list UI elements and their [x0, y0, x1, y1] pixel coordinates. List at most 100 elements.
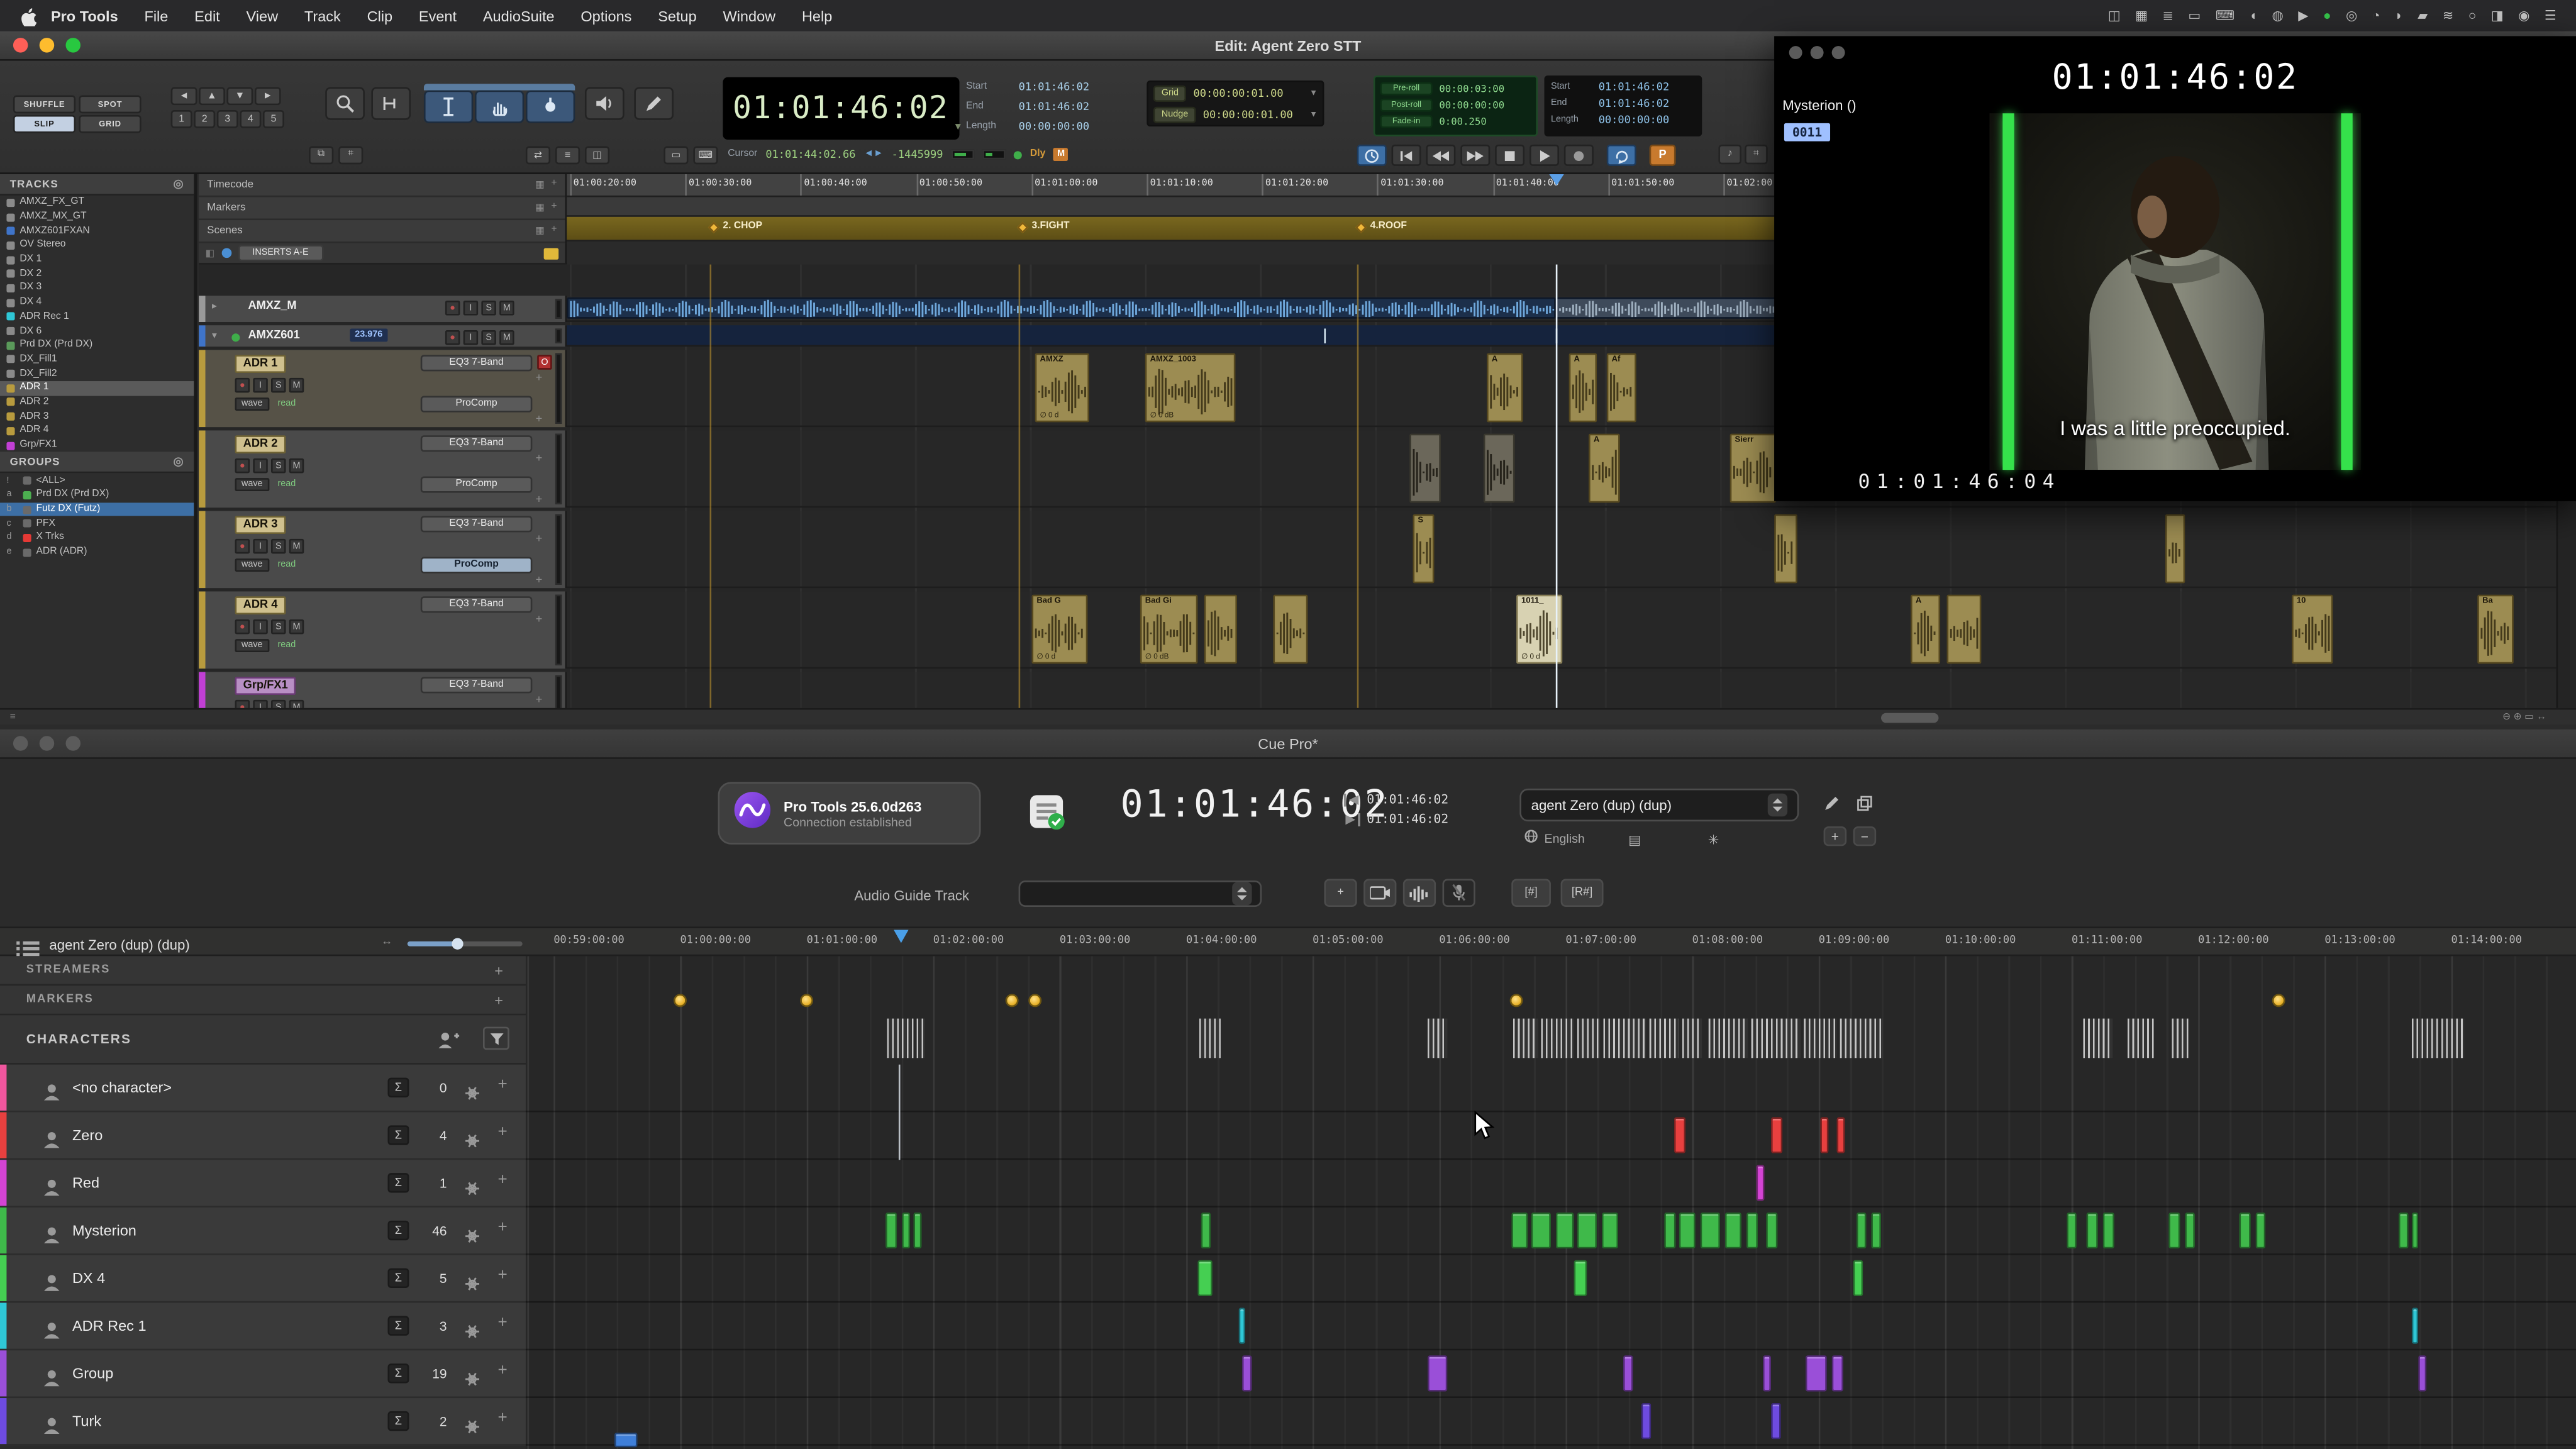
- gear-icon[interactable]: [465, 1270, 480, 1299]
- insert-add-icon[interactable]: +: [536, 534, 543, 545]
- cue-clip[interactable]: [2239, 1213, 2250, 1248]
- cue-clip[interactable]: [1832, 1355, 1843, 1391]
- zoom-preset-2[interactable]: 2: [194, 110, 215, 128]
- zoom-preset-3[interactable]: 3: [217, 110, 238, 128]
- cue-clip[interactable]: [886, 1213, 897, 1248]
- grid-value[interactable]: 00:00:00:01.00: [1194, 86, 1284, 99]
- audio-clip[interactable]: 10: [2292, 595, 2333, 664]
- add-cue-icon[interactable]: +: [498, 1076, 508, 1094]
- cue-clip[interactable]: [1556, 1213, 1574, 1248]
- guide-track-waveform[interactable]: [1513, 1019, 1538, 1058]
- track-input-button[interactable]: I: [253, 619, 268, 635]
- cue-clip[interactable]: [2168, 1213, 2180, 1248]
- main-counter-value[interactable]: 01:01:46:02: [733, 91, 948, 126]
- post-roll-value[interactable]: 00:00:00:00: [1439, 99, 1504, 111]
- guide-track-waveform[interactable]: [1199, 1019, 1221, 1058]
- cue-clip[interactable]: [1511, 1213, 1528, 1248]
- fade-in-value[interactable]: 0:00.250: [1439, 116, 1487, 127]
- track-record-button[interactable]: ●: [445, 301, 460, 316]
- track-record-button[interactable]: ●: [235, 378, 250, 393]
- speaker-icon[interactable]: ◗: [2395, 9, 2403, 22]
- guide-mic-mute-icon[interactable]: [1443, 879, 1475, 907]
- remove-button[interactable]: −: [1853, 826, 1877, 846]
- cue-clip[interactable]: [1771, 1403, 1781, 1439]
- stop-button[interactable]: [1495, 145, 1524, 166]
- track-header[interactable]: ADR 3●ISMwavereadEQ3 7-Band+ProComp+: [199, 511, 567, 588]
- track-solo-button[interactable]: S: [481, 330, 496, 345]
- audio-clip[interactable]: [1204, 595, 1237, 664]
- add-cue-icon[interactable]: +: [498, 1314, 508, 1333]
- cue-clip[interactable]: [1836, 1117, 1845, 1153]
- track-header[interactable]: ADR 2●ISMwavereadEQ3 7-Band+ProComp+: [199, 430, 567, 508]
- ruler-row-scenes[interactable]: Scenes▦+: [199, 220, 565, 243]
- tracks-panel-item[interactable]: AMXZ601FXAN: [0, 224, 194, 238]
- character-lane[interactable]: [526, 1350, 2576, 1398]
- smart-tool-bar[interactable]: [424, 84, 575, 90]
- track-name[interactable]: ADR 1: [235, 355, 286, 373]
- insert-eq3-7-band[interactable]: EQ3 7-Band: [421, 355, 533, 371]
- track-view-selector[interactable]: wave: [235, 478, 269, 491]
- session-select[interactable]: agent Zero (dup) (dup): [1519, 789, 1799, 821]
- value[interactable]: 00:00:00:00: [1599, 113, 1669, 126]
- cue-clip[interactable]: [1766, 1213, 1777, 1248]
- cue-clip[interactable]: [1725, 1213, 1741, 1248]
- play-button[interactable]: [1530, 145, 1559, 166]
- cue-clip-partial[interactable]: [614, 1433, 638, 1448]
- track-header[interactable]: AMXZ_M▸●ISM: [199, 296, 567, 322]
- cue-clip[interactable]: [1664, 1213, 1675, 1248]
- grid-icon[interactable]: ▦: [535, 179, 545, 191]
- cue-clip[interactable]: [1820, 1117, 1828, 1153]
- track-name[interactable]: ADR 3: [235, 516, 286, 534]
- add-icon[interactable]: +: [551, 179, 557, 191]
- guide-track-waveform[interactable]: [1541, 1019, 1574, 1058]
- zoom-arrow-button[interactable]: ◄: [171, 87, 197, 105]
- grid-icon[interactable]: ▦: [535, 202, 545, 213]
- folder-icon[interactable]: [544, 247, 559, 258]
- track-header[interactable]: ADR 4●ISMwavereadEQ3 7-Band+: [199, 591, 567, 669]
- track-input-button[interactable]: I: [253, 458, 268, 474]
- add-cue-icon[interactable]: +: [498, 1362, 508, 1380]
- guide-hash-button[interactable]: [#]: [1511, 879, 1551, 907]
- filter-funnel-icon[interactable]: [483, 1027, 509, 1050]
- cue-clip[interactable]: [913, 1213, 921, 1248]
- audio-clip[interactable]: A: [1487, 353, 1523, 423]
- cue-marker[interactable]: [674, 994, 687, 1007]
- cue-clip[interactable]: [1871, 1213, 1881, 1248]
- cue-clip[interactable]: [2412, 1307, 2418, 1343]
- zoom-slider[interactable]: [408, 941, 523, 947]
- guide-track-waveform[interactable]: [2172, 1019, 2188, 1058]
- guide-add-button[interactable]: +: [1324, 879, 1357, 907]
- menu-edit[interactable]: Edit: [181, 8, 233, 24]
- guide-track-waveform[interactable]: [1709, 1019, 1748, 1058]
- menu-audiosuite[interactable]: AudioSuite: [470, 8, 568, 24]
- add-icon[interactable]: +: [551, 202, 557, 213]
- track-solo-button[interactable]: S: [271, 378, 286, 393]
- cue-clip[interactable]: [2412, 1213, 2418, 1248]
- track-name[interactable]: AMXZ601: [248, 330, 299, 341]
- track-record-button[interactable]: ●: [445, 330, 460, 345]
- counter-dropdown-icon[interactable]: ▾: [955, 120, 961, 140]
- guide-track-waveform[interactable]: [887, 1019, 914, 1058]
- tracks-panel-menu-icon[interactable]: ◎: [174, 177, 184, 191]
- loop-playback-button[interactable]: [1607, 145, 1636, 166]
- guide-track-waveform[interactable]: [2412, 1019, 2438, 1058]
- groups-panel-item[interactable]: bFutz DX (Futz): [0, 502, 194, 517]
- toolbar-misc-button[interactable]: ⌗: [338, 146, 363, 164]
- add-button[interactable]: +: [1824, 826, 1847, 846]
- toolbar-misc-button[interactable]: ◫: [585, 146, 609, 164]
- record-button[interactable]: [1564, 145, 1594, 166]
- cue-marker[interactable]: [800, 994, 813, 1007]
- online-button[interactable]: [1357, 145, 1387, 166]
- insert-procomp[interactable]: ProComp: [421, 557, 533, 574]
- shuffle-mode-button[interactable]: SHUFFLE: [13, 96, 75, 114]
- cue-clip[interactable]: [1701, 1213, 1720, 1248]
- groups-panel-menu-icon[interactable]: ◎: [174, 456, 184, 469]
- duplicate-icon[interactable]: [1853, 792, 1877, 815]
- grid-icon[interactable]: ▦: [2135, 9, 2148, 22]
- toolbar-misc-button[interactable]: ⌗: [1745, 145, 1768, 164]
- menu-track[interactable]: Track: [291, 8, 354, 24]
- rewind-button[interactable]: [1426, 145, 1455, 166]
- pre-roll-button[interactable]: Pre-roll: [1380, 82, 1433, 96]
- tracks-panel-item[interactable]: AMXZ_MX_GT: [0, 210, 194, 225]
- audio-clip[interactable]: A: [1589, 434, 1620, 503]
